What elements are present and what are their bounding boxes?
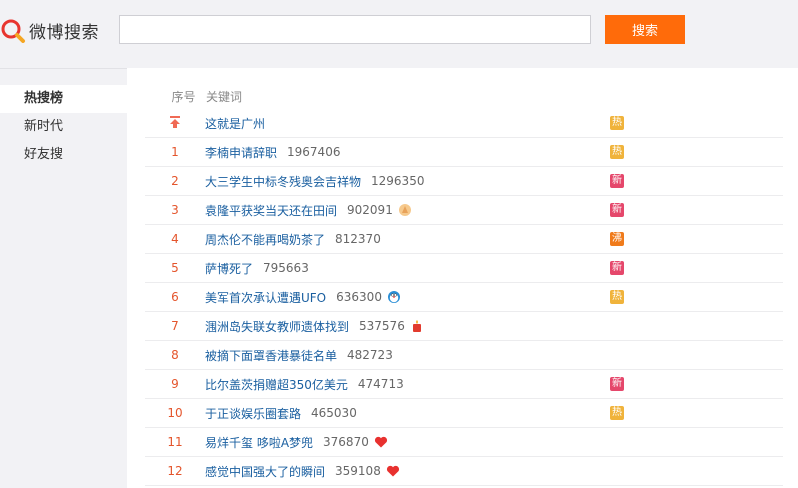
keyword-cell: 李楠申请辞职 1967406 xyxy=(205,144,340,161)
keyword-link[interactable]: 美军首次承认遭遇UFO xyxy=(205,289,326,306)
search-count: 465030 xyxy=(311,406,357,420)
rank-number: 1 xyxy=(171,145,179,159)
keyword-link[interactable]: 被摘下面罩香港暴徒名单 xyxy=(205,347,337,364)
table-row: 12 感觉中国强大了的瞬间 359108 xyxy=(145,457,783,486)
keyword-cell: 袁隆平获奖当天还在田间 902091 xyxy=(205,202,412,219)
table-header: 序号 关键词 xyxy=(127,82,783,110)
sidebar: 热搜榜 新时代 好友搜 xyxy=(0,68,127,488)
search-count: 1296350 xyxy=(371,174,425,188)
keyword-cell: 被摘下面罩香港暴徒名单 482723 xyxy=(205,347,393,364)
keyword-link[interactable]: 袁隆平获奖当天还在田间 xyxy=(205,202,337,219)
table-row: 2 大三学生中标冬残奥会吉祥物 1296350 新 xyxy=(145,167,783,196)
rank-header: 序号 xyxy=(171,89,196,104)
hot-badge: 热 xyxy=(610,145,624,159)
search-count: 812370 xyxy=(335,232,381,246)
hot-search-list: 序号 关键词 这就是广州热 1 李楠申请辞职 1967406 热 2 大三学生中标冬残奥会吉… xyxy=(127,68,798,488)
table-row: 1 李楠申请辞职 1967406 热 xyxy=(145,138,783,167)
search-count: 795663 xyxy=(263,261,309,275)
keyword-cell: 萨博死了 795663 xyxy=(205,260,309,277)
rank-number: 10 xyxy=(167,406,183,420)
table-row: 6 美军首次承认遭遇UFO 636300 热 xyxy=(145,283,783,312)
sidebar-item-new-era[interactable]: 新时代 xyxy=(0,113,127,141)
pinned-rank xyxy=(145,115,205,132)
table-row: 3 袁隆平获奖当天还在田间 902091 新 xyxy=(145,196,783,225)
rank-number: 7 xyxy=(171,319,179,333)
new-badge: 新 xyxy=(610,261,624,275)
search-count: 359108 xyxy=(335,464,381,478)
heart-icon xyxy=(386,464,400,478)
rank-number: 4 xyxy=(171,232,179,246)
search-button[interactable]: 搜索 xyxy=(605,15,685,44)
table-row: 7 涠洲岛失联女教师遗体找到 537576 xyxy=(145,312,783,341)
search-count: 1967406 xyxy=(287,145,341,159)
search-input[interactable] xyxy=(119,15,591,44)
keyword-cell: 感觉中国强大了的瞬间 359108 xyxy=(205,463,400,480)
praying-hands-icon xyxy=(398,203,412,217)
search-logo-icon xyxy=(0,17,26,43)
rank-number: 2 xyxy=(171,174,179,188)
hot-badge: 热 xyxy=(610,116,624,130)
search-count: 537576 xyxy=(359,319,405,333)
rank-number: 11 xyxy=(167,435,183,449)
keyword-cell: 于正谈娱乐圈套路 465030 xyxy=(205,405,357,422)
search-count: 636300 xyxy=(336,290,382,304)
table-row: 这就是广州 热 xyxy=(145,109,783,138)
keyword-cell: 美军首次承认遭遇UFO 636300 xyxy=(205,289,401,306)
new-badge: 新 xyxy=(610,377,624,391)
candle-icon xyxy=(410,319,424,333)
doraemon-icon xyxy=(387,290,401,304)
keyword-header: 关键词 xyxy=(206,89,243,104)
sidebar-item-hot-search[interactable]: 热搜榜 xyxy=(0,85,127,113)
hot-badge: 热 xyxy=(610,406,624,420)
search-count: 376870 xyxy=(323,435,369,449)
keyword-link[interactable]: 大三学生中标冬残奥会吉祥物 xyxy=(205,173,361,190)
keyword-link[interactable]: 萨博死了 xyxy=(205,260,253,277)
table-row: 8 被摘下面罩香港暴徒名单 482723 xyxy=(145,341,783,370)
keyword-cell: 这就是广州 xyxy=(205,115,265,132)
keyword-link[interactable]: 这就是广州 xyxy=(205,115,265,132)
keyword-link[interactable]: 易烊千玺 哆啦A梦兜 xyxy=(205,434,313,451)
keyword-cell: 易烊千玺 哆啦A梦兜 376870 xyxy=(205,434,388,451)
rank-number: 8 xyxy=(171,348,179,362)
table-row: 4 周杰伦不能再喝奶茶了 812370 沸 xyxy=(145,225,783,254)
keyword-link[interactable]: 周杰伦不能再喝奶茶了 xyxy=(205,231,325,248)
boil-badge: 沸 xyxy=(610,232,624,246)
search-count: 474713 xyxy=(357,377,404,391)
search-count: 902091 xyxy=(347,203,393,217)
table-row: 11 易烊千玺 哆啦A梦兜 376870 xyxy=(145,428,783,457)
keyword-cell: 周杰伦不能再喝奶茶了 812370 xyxy=(205,231,381,248)
rank-number: 3 xyxy=(171,203,179,217)
new-badge: 新 xyxy=(610,174,624,188)
sidebar-item-friend-search[interactable]: 好友搜 xyxy=(0,141,127,169)
logo-text: 微博搜索 xyxy=(29,22,99,43)
logo[interactable]: 微博搜索 xyxy=(0,14,99,46)
table-body: 这就是广州热 1 李楠申请辞职 1967406 热 2 大三学生中标冬残奥会吉祥物 12963… xyxy=(145,109,783,486)
search-count: 482723 xyxy=(347,348,393,362)
rank-number: 12 xyxy=(167,464,183,478)
keyword-link[interactable]: 感觉中国强大了的瞬间 xyxy=(205,463,325,480)
table-row: 9 比尔盖茨捐赠超350亿美元 474713 新 xyxy=(145,370,783,399)
keyword-link[interactable]: 比尔盖茨捐赠超350亿美元 xyxy=(205,376,348,393)
rank-number: 6 xyxy=(171,290,179,304)
new-badge: 新 xyxy=(610,203,624,217)
pin-top-icon xyxy=(169,115,181,129)
heart-icon xyxy=(374,435,388,449)
keyword-link[interactable]: 涠洲岛失联女教师遗体找到 xyxy=(205,318,349,335)
keyword-cell: 比尔盖茨捐赠超350亿美元 474713 xyxy=(205,376,404,393)
keyword-link[interactable]: 李楠申请辞职 xyxy=(205,144,277,161)
header: 微博搜索 搜索 xyxy=(0,0,798,64)
table-row: 5 萨博死了 795663 新 xyxy=(145,254,783,283)
rank-number: 5 xyxy=(171,261,179,275)
rank-number: 9 xyxy=(171,377,179,391)
hot-badge: 热 xyxy=(610,290,624,304)
keyword-cell: 大三学生中标冬残奥会吉祥物 1296350 xyxy=(205,173,424,190)
keyword-cell: 涠洲岛失联女教师遗体找到 537576 xyxy=(205,318,424,335)
table-row: 10 于正谈娱乐圈套路 465030 热 xyxy=(145,399,783,428)
keyword-link[interactable]: 于正谈娱乐圈套路 xyxy=(205,405,301,422)
